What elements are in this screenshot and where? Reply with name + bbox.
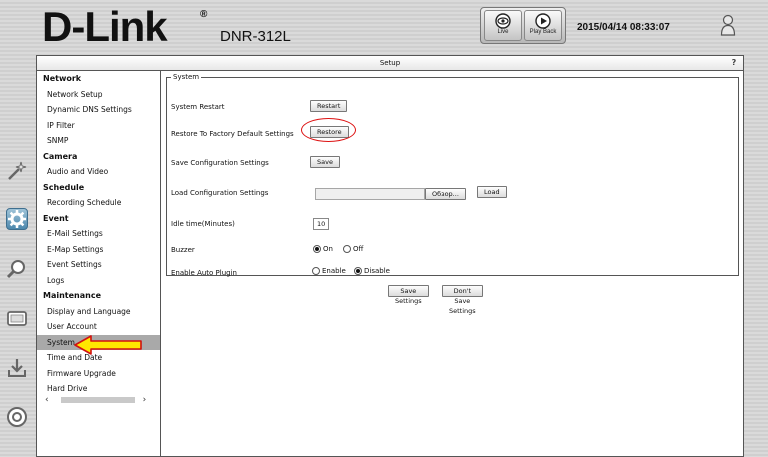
playback-icon bbox=[535, 13, 551, 29]
view-mode-switch: Live Play Back bbox=[480, 7, 566, 44]
idle-time-label: Idle time(Minutes) bbox=[171, 220, 235, 228]
sidebar-item-display-language[interactable]: Display and Language bbox=[37, 304, 160, 320]
load-button[interactable]: Load bbox=[477, 186, 507, 198]
dlink-logo: D-Link bbox=[42, 3, 168, 50]
save-config-button[interactable]: Save bbox=[310, 156, 340, 168]
restore-highlight-circle bbox=[301, 118, 356, 142]
auto-plugin-label: Enable Auto Plugin bbox=[171, 269, 237, 277]
sidebar-item-firmware-upgrade[interactable]: Firmware Upgrade bbox=[37, 366, 160, 382]
plugin-disable-dot[interactable] bbox=[354, 267, 362, 275]
sidebar-section-maintenance: Maintenance bbox=[43, 291, 102, 300]
playback-button[interactable]: Play Back bbox=[524, 10, 562, 41]
config-file-path[interactable] bbox=[315, 188, 425, 200]
system-fieldset: System System Restart Restart Restore To… bbox=[166, 73, 739, 277]
system-content: System System Restart Restart Restore To… bbox=[163, 71, 743, 456]
wizard-icon[interactable] bbox=[6, 160, 28, 182]
setup-gear-icon bbox=[8, 210, 26, 228]
registered-mark: ® bbox=[200, 9, 208, 20]
buzzer-off-label: Off bbox=[353, 245, 364, 253]
buzzer-on-radio[interactable]: On bbox=[313, 245, 333, 253]
buzzer-label: Buzzer bbox=[171, 246, 195, 254]
sidebar-section-camera: Camera bbox=[43, 151, 78, 161]
setup-nav-button[interactable] bbox=[6, 208, 28, 230]
pointer-arrow-icon bbox=[74, 335, 142, 355]
sidebar-item-dynamic-dns[interactable]: Dynamic DNS Settings bbox=[37, 102, 160, 118]
plugin-enable-label: Enable bbox=[322, 267, 346, 275]
sidebar-item-user-account[interactable]: User Account bbox=[37, 319, 160, 335]
sidebar-item-emap-settings[interactable]: E-Map Settings bbox=[37, 242, 160, 258]
plugin-disable-label: Disable bbox=[364, 267, 390, 275]
sidebar-item-recording-schedule[interactable]: Recording Schedule bbox=[37, 195, 160, 211]
browse-button[interactable]: Обзор... bbox=[425, 188, 466, 200]
load-config-label: Load Configuration Settings bbox=[171, 189, 269, 197]
download-icon[interactable] bbox=[6, 357, 28, 379]
sidebar-item-event-settings[interactable]: Event Settings bbox=[37, 257, 160, 273]
idle-time-input[interactable]: 10 bbox=[313, 218, 329, 230]
plugin-disable-radio[interactable]: Disable bbox=[354, 267, 390, 275]
plugin-enable-dot[interactable] bbox=[312, 267, 320, 275]
question-icon[interactable]: ? bbox=[729, 58, 739, 68]
scroll-track[interactable] bbox=[60, 397, 135, 403]
user-icon[interactable] bbox=[720, 14, 736, 36]
scroll-right-icon[interactable]: › bbox=[143, 395, 147, 405]
playback-label: Play Back bbox=[529, 29, 557, 35]
live-button[interactable]: Live bbox=[484, 10, 522, 41]
scroll-left-icon[interactable]: ‹ bbox=[45, 395, 49, 405]
buzzer-off-dot[interactable] bbox=[343, 245, 351, 253]
sidebar-section-event: Event bbox=[43, 213, 69, 223]
setup-panel: Setup ? Network Network Setup Dynamic DN… bbox=[36, 55, 744, 457]
sidebar-item-email-settings[interactable]: E-Mail Settings bbox=[37, 226, 160, 242]
buzzer-on-label: On bbox=[323, 245, 333, 253]
monitor-icon[interactable] bbox=[6, 308, 28, 330]
search-icon[interactable] bbox=[6, 258, 28, 280]
dont-save-settings-button[interactable]: Don't Save Settings bbox=[442, 285, 483, 315]
live-eye-icon bbox=[495, 13, 511, 29]
sidebar-item-snmp[interactable]: SNMP bbox=[37, 133, 160, 149]
buzzer-off-radio[interactable]: Off bbox=[343, 245, 363, 253]
sidebar-item-audio-video[interactable]: Audio and Video bbox=[37, 164, 160, 180]
sidebar-item-ip-filter[interactable]: IP Filter bbox=[37, 118, 160, 134]
system-legend: System bbox=[171, 73, 202, 81]
help-icon[interactable] bbox=[6, 406, 28, 428]
sidebar-item-logs[interactable]: Logs bbox=[37, 273, 160, 289]
sidebar-section-network: Network bbox=[43, 74, 82, 83]
setup-sidebar: Network Network Setup Dynamic DNS Settin… bbox=[37, 71, 161, 456]
save-settings-button[interactable]: Save Settings bbox=[388, 285, 429, 305]
buzzer-on-dot[interactable] bbox=[313, 245, 321, 253]
sidebar-horizontal-scrollbar[interactable]: ‹ › bbox=[45, 394, 153, 406]
panel-title: Setup ? bbox=[37, 56, 743, 71]
panel-title-text: Setup bbox=[379, 59, 401, 67]
system-restart-label: System Restart bbox=[171, 103, 225, 111]
save-config-label: Save Configuration Settings bbox=[171, 159, 269, 167]
sidebar-section-schedule: Schedule bbox=[43, 182, 85, 192]
restore-defaults-label: Restore To Factory Default Settings bbox=[171, 130, 294, 138]
current-datetime: 2015/04/14 08:33:07 bbox=[577, 22, 670, 33]
restart-button[interactable]: Restart bbox=[310, 100, 348, 112]
live-label: Live bbox=[497, 29, 509, 35]
sidebar-item-network-setup[interactable]: Network Setup bbox=[37, 87, 160, 103]
model-name: DNR-312L bbox=[220, 28, 291, 45]
plugin-enable-radio[interactable]: Enable bbox=[312, 267, 346, 275]
